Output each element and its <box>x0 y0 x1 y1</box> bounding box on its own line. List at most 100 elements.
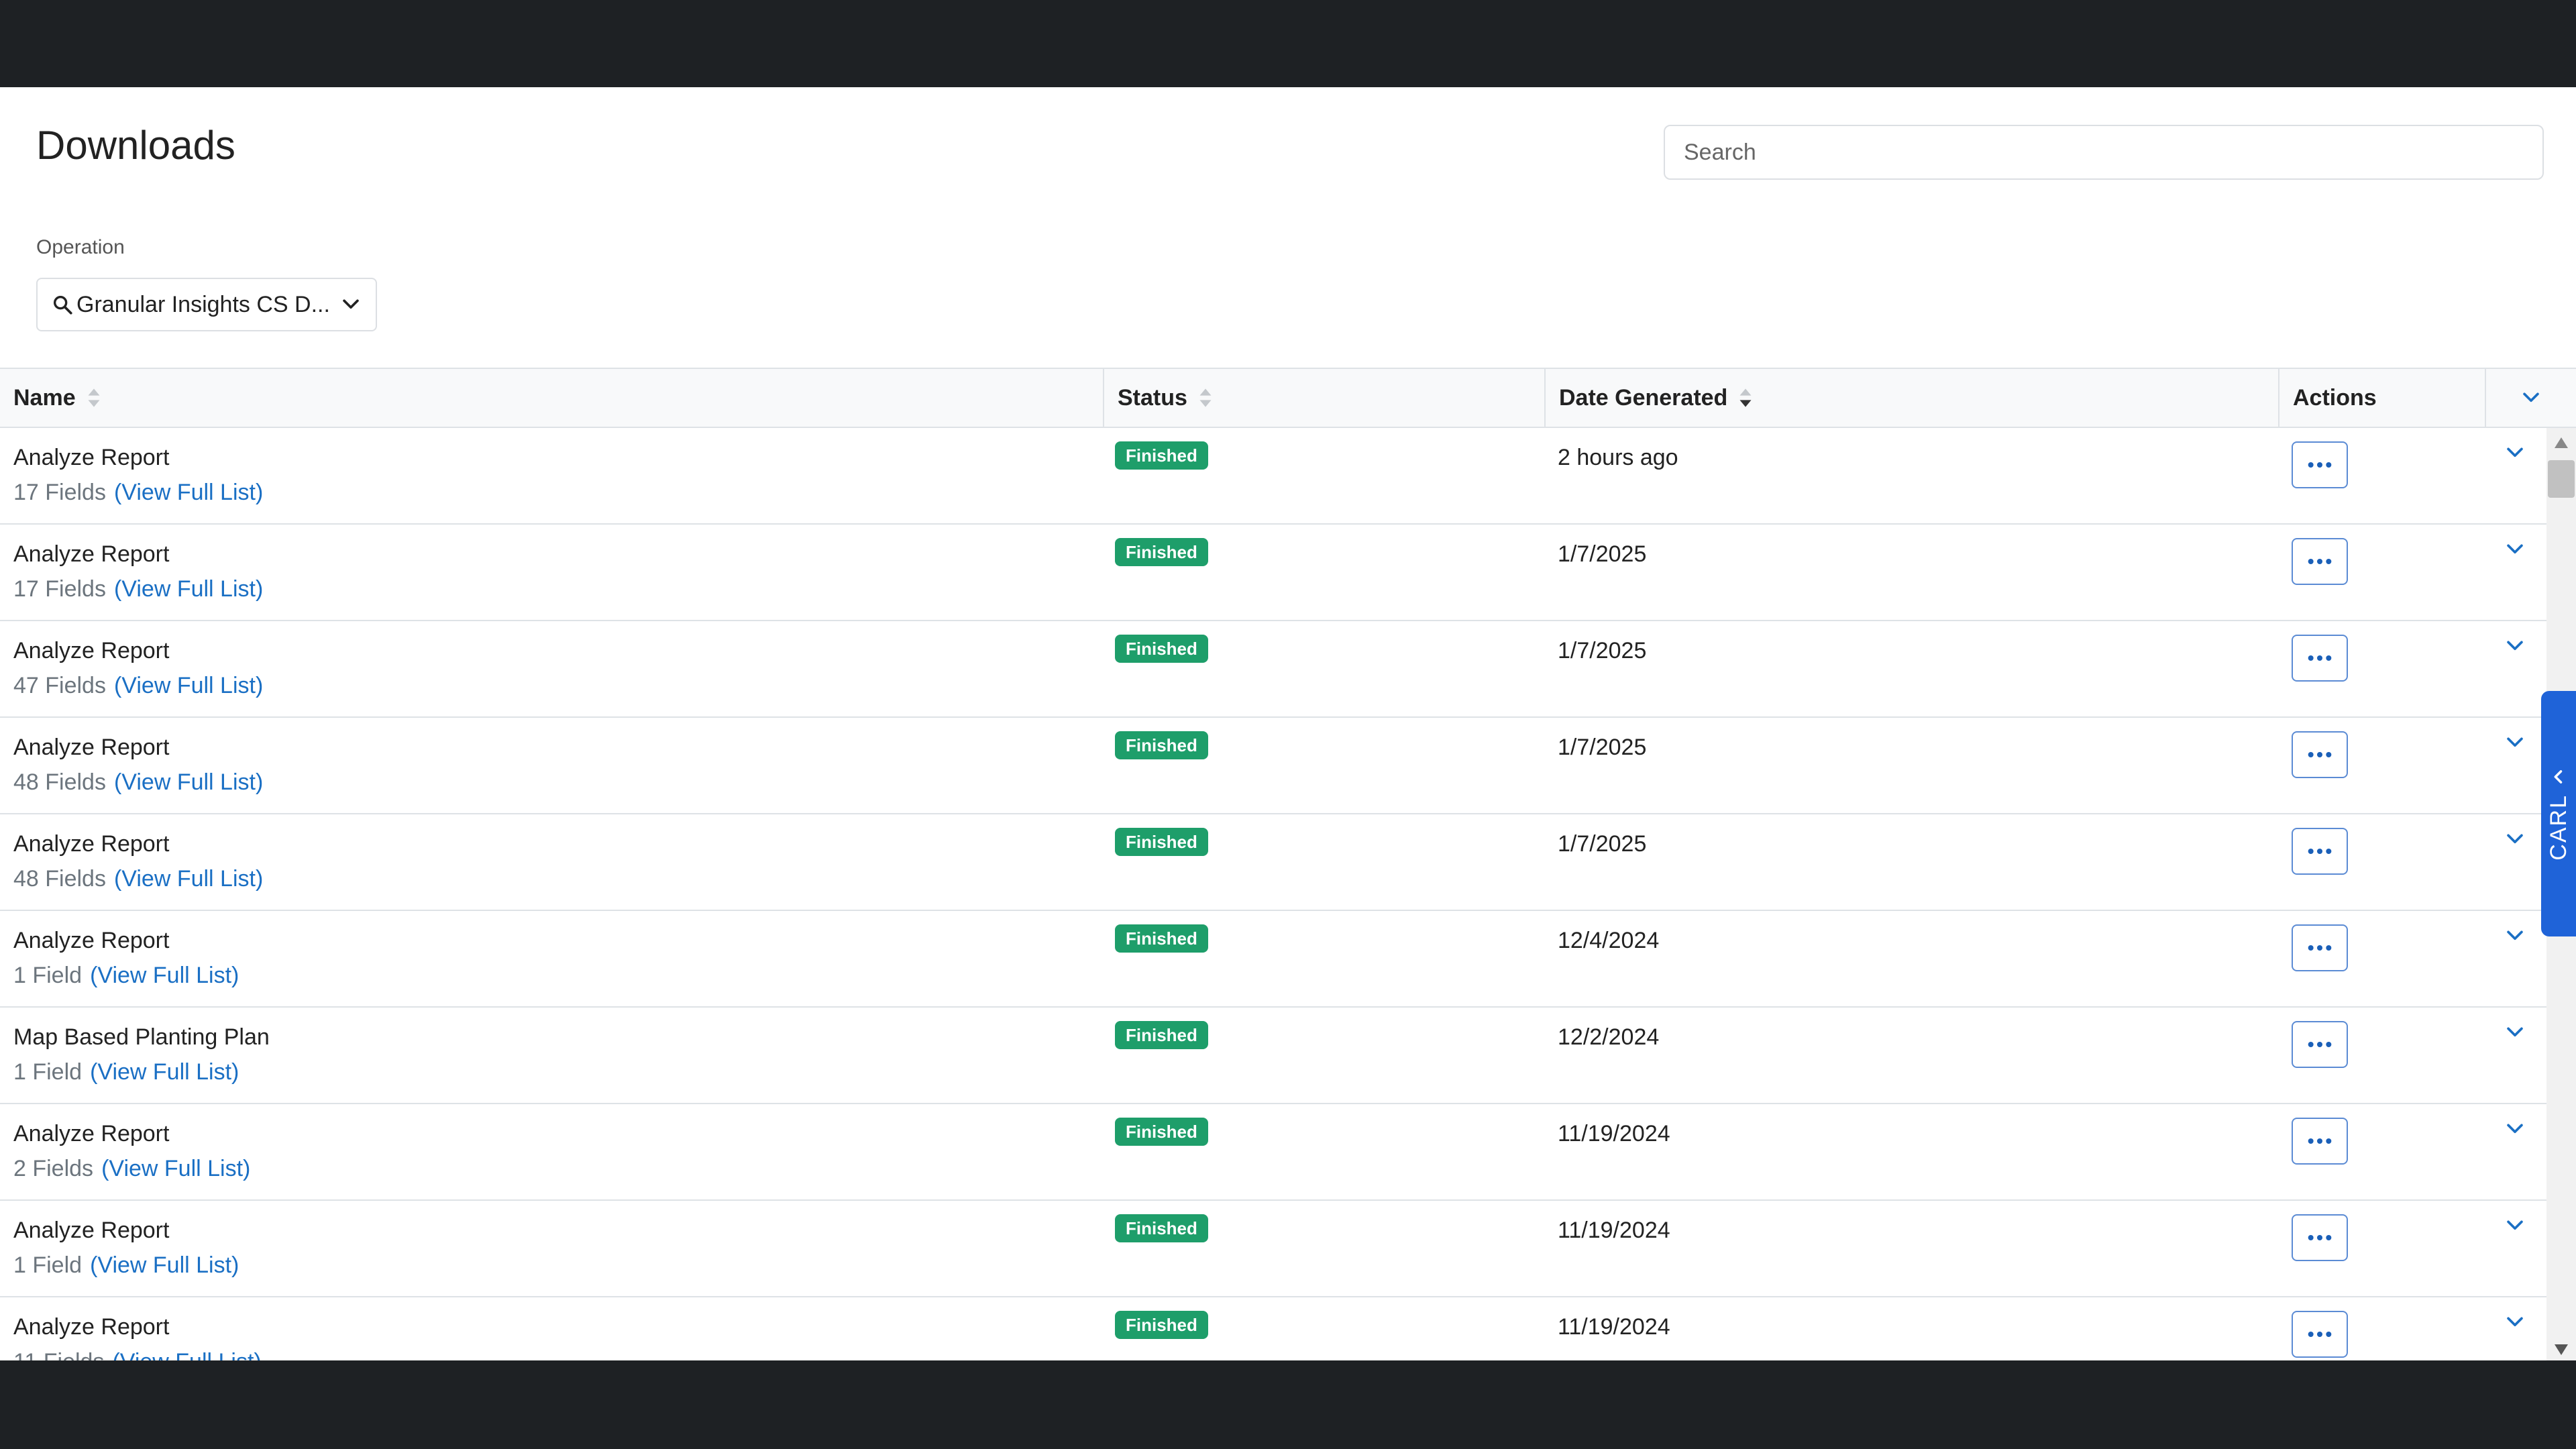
sort-desc-icon[interactable] <box>1738 386 1753 409</box>
actions-menu-button[interactable] <box>2292 828 2348 875</box>
column-header-date[interactable]: Date Generated <box>1546 369 2279 427</box>
table-row: Analyze Report 11 Fields (View Full List) F… <box>0 1297 2546 1360</box>
date-generated: 12/4/2024 <box>1558 928 1660 953</box>
column-status-label: Status <box>1118 384 1187 411</box>
chevron-down-icon[interactable] <box>2502 924 2528 947</box>
sort-icon[interactable] <box>1198 386 1213 409</box>
actions-menu-button[interactable] <box>2292 1311 2348 1358</box>
column-date-label: Date Generated <box>1559 384 1728 411</box>
report-name: Analyze Report <box>13 735 170 760</box>
date-generated: 12/2/2024 <box>1558 1024 1660 1050</box>
report-name: Analyze Report <box>13 928 170 953</box>
date-generated: 1/7/2025 <box>1558 638 1647 663</box>
field-count: 1 Field (View Full List) <box>13 961 239 990</box>
name-cell: Analyze Report 2 Fields (View Full List) <box>13 1119 250 1183</box>
report-name: Analyze Report <box>13 1121 170 1146</box>
chevron-down-icon[interactable] <box>2502 1214 2528 1237</box>
view-full-list-link[interactable]: (View Full List) <box>90 963 239 988</box>
column-header-name[interactable]: Name <box>0 369 1104 427</box>
chevron-down-icon[interactable] <box>2502 828 2528 851</box>
view-full-list-link[interactable]: (View Full List) <box>90 1252 239 1278</box>
field-count-text: 48 Fields <box>13 866 106 892</box>
chevron-left-icon <box>2554 769 2563 784</box>
sort-icon[interactable] <box>87 386 101 409</box>
scroll-up-arrow-icon[interactable] <box>2553 436 2569 449</box>
carl-side-tab[interactable]: CARL <box>2541 691 2576 936</box>
ellipsis-icon <box>2308 752 2332 757</box>
chevron-down-icon[interactable] <box>2502 731 2528 754</box>
view-full-list-link[interactable]: (View Full List) <box>112 1349 261 1360</box>
table-row: Analyze Report 1 Field (View Full List) Fin… <box>0 1201 2546 1297</box>
report-name: Analyze Report <box>13 638 170 663</box>
ellipsis-icon <box>2308 462 2332 468</box>
chevron-down-icon[interactable] <box>2502 441 2528 464</box>
chevron-down-icon[interactable] <box>2502 635 2528 657</box>
search-input[interactable] <box>1664 125 2544 180</box>
operation-select[interactable]: Granular Insights CS D... <box>36 278 377 331</box>
chevron-down-icon[interactable] <box>2502 538 2528 561</box>
field-count-text: 47 Fields <box>13 673 106 698</box>
carl-label: CARL <box>2545 794 2571 861</box>
field-count: 47 Fields (View Full List) <box>13 671 263 700</box>
chevron-down-icon[interactable] <box>2502 1021 2528 1044</box>
column-header-expand[interactable] <box>2486 369 2576 427</box>
status-badge: Finished <box>1115 1214 1208 1242</box>
field-count-text: 48 Fields <box>13 769 106 795</box>
ellipsis-icon <box>2308 1042 2332 1047</box>
actions-menu-button[interactable] <box>2292 924 2348 971</box>
status-badge: Finished <box>1115 731 1208 759</box>
chevron-down-icon[interactable] <box>2502 1311 2528 1334</box>
actions-menu-button[interactable] <box>2292 1118 2348 1165</box>
column-header-status[interactable]: Status <box>1104 369 1546 427</box>
actions-menu-button[interactable] <box>2292 635 2348 682</box>
actions-menu-button[interactable] <box>2292 731 2348 778</box>
ellipsis-icon <box>2308 1138 2332 1144</box>
table-row: Analyze Report 48 Fields (View Full List) F… <box>0 718 2546 814</box>
downloads-page: Downloads Operation Granular Insights CS… <box>0 87 2576 1360</box>
name-cell: Map Based Planting Plan 1 Field (View Full… <box>13 1022 270 1087</box>
view-full-list-link[interactable]: (View Full List) <box>114 866 263 892</box>
name-cell: Analyze Report 17 Fields (View Full List) <box>13 443 263 507</box>
actions-menu-button[interactable] <box>2292 1214 2348 1261</box>
field-count-text: 17 Fields <box>13 480 106 505</box>
report-name: Analyze Report <box>13 541 170 567</box>
ellipsis-icon <box>2308 945 2332 951</box>
field-count-text: 17 Fields <box>13 576 106 602</box>
page-title: Downloads <box>36 123 235 168</box>
view-full-list-link[interactable]: (View Full List) <box>90 1059 239 1085</box>
chevron-down-icon[interactable] <box>2520 386 2542 409</box>
column-header-actions: Actions <box>2279 369 2486 427</box>
status-badge: Finished <box>1115 441 1208 470</box>
column-actions-label: Actions <box>2293 384 2377 411</box>
field-count: 1 Field (View Full List) <box>13 1057 270 1087</box>
report-name: Analyze Report <box>13 831 170 857</box>
operation-value: Granular Insights CS D... <box>76 291 330 317</box>
view-full-list-link[interactable]: (View Full List) <box>114 480 263 505</box>
field-count: 48 Fields (View Full List) <box>13 864 263 894</box>
downloads-table: Name Status Date Generated Actions Analy… <box>0 368 2576 1360</box>
actions-menu-button[interactable] <box>2292 1021 2348 1068</box>
report-name: Analyze Report <box>13 1314 170 1340</box>
scroll-down-arrow-icon[interactable] <box>2553 1343 2569 1356</box>
actions-menu-button[interactable] <box>2292 538 2348 585</box>
chevron-down-icon[interactable] <box>2502 1118 2528 1140</box>
scroll-thumb[interactable] <box>2548 460 2575 498</box>
search-icon <box>53 295 72 315</box>
table-row: Map Based Planting Plan 1 Field (View Full… <box>0 1008 2546 1104</box>
chevron-down-icon <box>343 299 359 309</box>
name-cell: Analyze Report 17 Fields (View Full List) <box>13 539 263 604</box>
status-badge: Finished <box>1115 924 1208 953</box>
view-full-list-link[interactable]: (View Full List) <box>114 673 263 698</box>
date-generated: 1/7/2025 <box>1558 541 1647 567</box>
field-count: 17 Fields (View Full List) <box>13 574 263 604</box>
view-full-list-link[interactable]: (View Full List) <box>101 1156 250 1181</box>
report-name: Map Based Planting Plan <box>13 1024 270 1050</box>
date-generated: 1/7/2025 <box>1558 735 1647 760</box>
view-full-list-link[interactable]: (View Full List) <box>114 769 263 795</box>
field-count-text: 1 Field <box>13 1252 83 1278</box>
name-cell: Analyze Report 47 Fields (View Full List) <box>13 636 263 700</box>
actions-menu-button[interactable] <box>2292 441 2348 488</box>
table-row: Analyze Report 2 Fields (View Full List) Fi… <box>0 1104 2546 1201</box>
view-full-list-link[interactable]: (View Full List) <box>114 576 263 602</box>
name-cell: Analyze Report 1 Field (View Full List) <box>13 926 239 990</box>
